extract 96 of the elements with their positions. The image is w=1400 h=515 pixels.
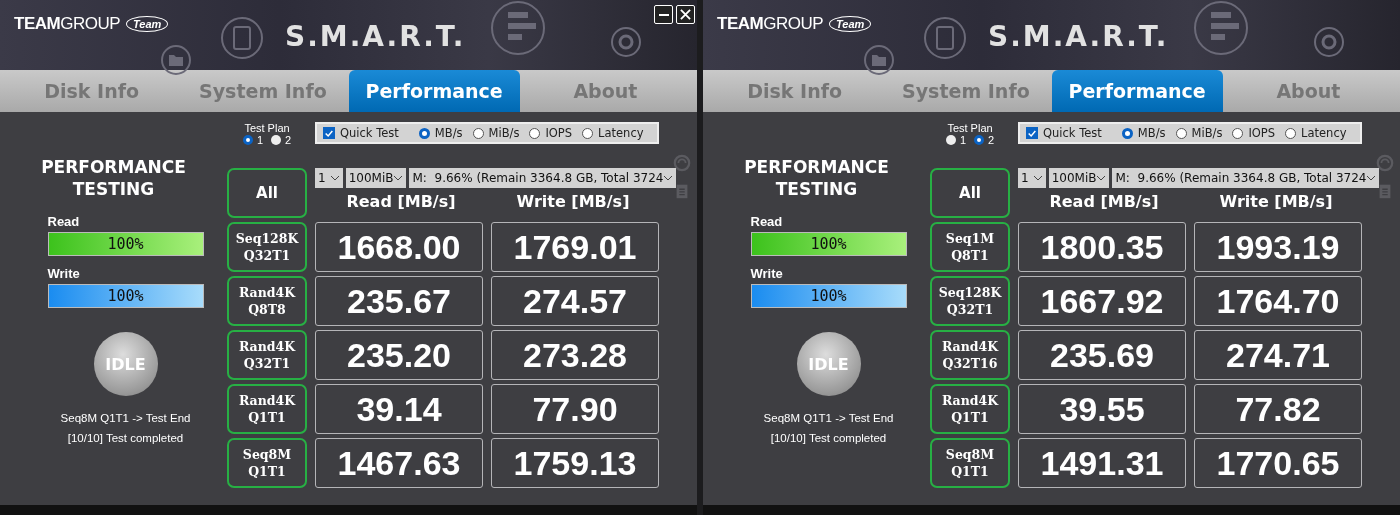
result-cell: 1800.35 <box>1018 222 1186 272</box>
dropdown[interactable]: 1 <box>315 168 343 188</box>
test-button[interactable]: Rand4K Q32T16 <box>930 330 1010 380</box>
status-text: Seq8M Q1T1 -> Test End <box>763 412 894 424</box>
unit-radio[interactable]: Latency <box>582 126 644 140</box>
status-text: [10/10] Test completed <box>67 432 184 444</box>
bar-chart-icon <box>1193 0 1249 56</box>
result-cell: 1769.01 <box>491 222 659 272</box>
meter-label: Write <box>750 266 783 281</box>
caret-icon <box>1096 175 1107 181</box>
result-cell: 1993.19 <box>1194 222 1362 272</box>
column-header: Write [MB/s] <box>1218 192 1334 211</box>
progress-reading: 100% <box>809 234 848 255</box>
clipboard-icon <box>220 16 264 60</box>
result-cell: 1668.00 <box>315 222 483 272</box>
result-cell: 274.71 <box>1194 330 1362 380</box>
result-cell: 1764.70 <box>1194 276 1362 326</box>
dropdown[interactable]: M: 9.66% (Remain 3364.8 GB, Total 3724 <box>409 168 677 188</box>
unit-radio[interactable]: IOPS <box>529 126 573 140</box>
column-header: Read [MB/s] <box>1048 192 1160 211</box>
caret-icon <box>1032 175 1043 181</box>
test-button[interactable]: Seq128K Q32T1 <box>227 222 307 272</box>
test-button[interactable]: Seq8M Q1T1 <box>930 438 1010 488</box>
window-title: S.M.A.R.T. <box>285 20 466 53</box>
result-cell: 39.55 <box>1018 384 1186 434</box>
all-button[interactable]: All <box>227 168 307 218</box>
test-button[interactable]: Rand4K Q32T1 <box>227 330 307 380</box>
test-plan-label: Test Plan <box>947 122 993 134</box>
folder-icon <box>160 44 192 76</box>
unit-radio[interactable]: MB/s <box>418 126 463 140</box>
test-button[interactable]: Seq1M Q8T1 <box>930 222 1010 272</box>
unit-radio[interactable]: IOPS <box>1232 126 1276 140</box>
quick-test-checkbox[interactable]: Quick Test <box>1026 126 1102 140</box>
caret-icon <box>1366 175 1377 181</box>
radio-option[interactable]: 1 <box>242 134 263 146</box>
unit-radio[interactable]: MiB/s <box>472 126 520 140</box>
result-cell: 235.69 <box>1018 330 1186 380</box>
dropdown[interactable]: M: 9.66% (Remain 3364.8 GB, Total 3724 <box>1112 168 1380 188</box>
result-cell: 273.28 <box>491 330 659 380</box>
dropdown[interactable]: 100MiB <box>345 168 407 188</box>
caret-icon <box>393 175 404 181</box>
result-cell: 235.20 <box>315 330 483 380</box>
result-cell: 1759.13 <box>491 438 659 488</box>
result-cell: 1770.65 <box>1194 438 1362 488</box>
result-cell: 274.57 <box>491 276 659 326</box>
close-icon <box>680 9 691 20</box>
window-title: S.M.A.R.T. <box>988 20 1169 53</box>
progress-reading: 100% <box>809 286 848 307</box>
test-plan-label: Test Plan <box>244 122 290 134</box>
test-button[interactable]: Rand4K Q8T8 <box>227 276 307 326</box>
result-cell: 77.82 <box>1194 384 1362 434</box>
progress-reading: 100% <box>106 234 145 255</box>
meter-label: Write <box>47 266 80 281</box>
tab[interactable]: Performance <box>1051 70 1223 112</box>
dropdown[interactable]: 1 <box>1018 168 1046 188</box>
bar-chart-icon <box>490 0 546 56</box>
radio-option[interactable]: 2 <box>974 134 995 146</box>
refresh-icon[interactable] <box>673 154 691 172</box>
unit-radio[interactable]: MB/s <box>1121 126 1166 140</box>
status-text: Seq8M Q1T1 -> Test End <box>60 412 191 424</box>
result-cell: 1491.31 <box>1018 438 1186 488</box>
progress-reading: 100% <box>106 286 145 307</box>
close-button[interactable] <box>676 5 695 24</box>
column-header: Read [MB/s] <box>345 192 457 211</box>
meter-label: Read <box>750 214 783 229</box>
dropdown[interactable]: 100MiB <box>1048 168 1110 188</box>
section-heading: PERFORMANCE TESTING <box>41 156 186 200</box>
folder-icon <box>863 44 895 76</box>
minimize-icon <box>658 13 669 16</box>
test-button[interactable]: Seq8M Q1T1 <box>227 438 307 488</box>
result-cell: 39.14 <box>315 384 483 434</box>
caret-icon <box>663 175 674 181</box>
minimize-button[interactable] <box>654 5 673 24</box>
unit-radio[interactable]: MiB/s <box>1175 126 1223 140</box>
result-cell: 1467.63 <box>315 438 483 488</box>
test-button[interactable]: Rand4K Q1T1 <box>930 384 1010 434</box>
brand-logo: TEAMGROUP <box>14 14 120 34</box>
tab[interactable]: Performance <box>348 70 520 112</box>
refresh-icon[interactable] <box>1376 154 1394 172</box>
radio-option[interactable]: 1 <box>945 134 966 146</box>
result-cell: 235.67 <box>315 276 483 326</box>
unit-radio[interactable]: Latency <box>1285 126 1347 140</box>
test-button[interactable]: Rand4K Q1T1 <box>227 384 307 434</box>
quick-test-checkbox[interactable]: Quick Test <box>323 126 399 140</box>
caret-icon <box>329 175 340 181</box>
result-cell: 1667.92 <box>1018 276 1186 326</box>
clipboard-icon <box>923 16 967 60</box>
radio-option[interactable]: 2 <box>271 134 292 146</box>
column-header: Write [MB/s] <box>515 192 631 211</box>
section-heading: PERFORMANCE TESTING <box>744 156 889 200</box>
status-text: [10/10] Test completed <box>770 432 887 444</box>
test-button[interactable]: Seq128K Q32T1 <box>930 276 1010 326</box>
brand-logo: TEAMGROUP <box>717 14 823 34</box>
meter-label: Read <box>47 214 80 229</box>
all-button[interactable]: All <box>930 168 1010 218</box>
result-cell: 77.90 <box>491 384 659 434</box>
